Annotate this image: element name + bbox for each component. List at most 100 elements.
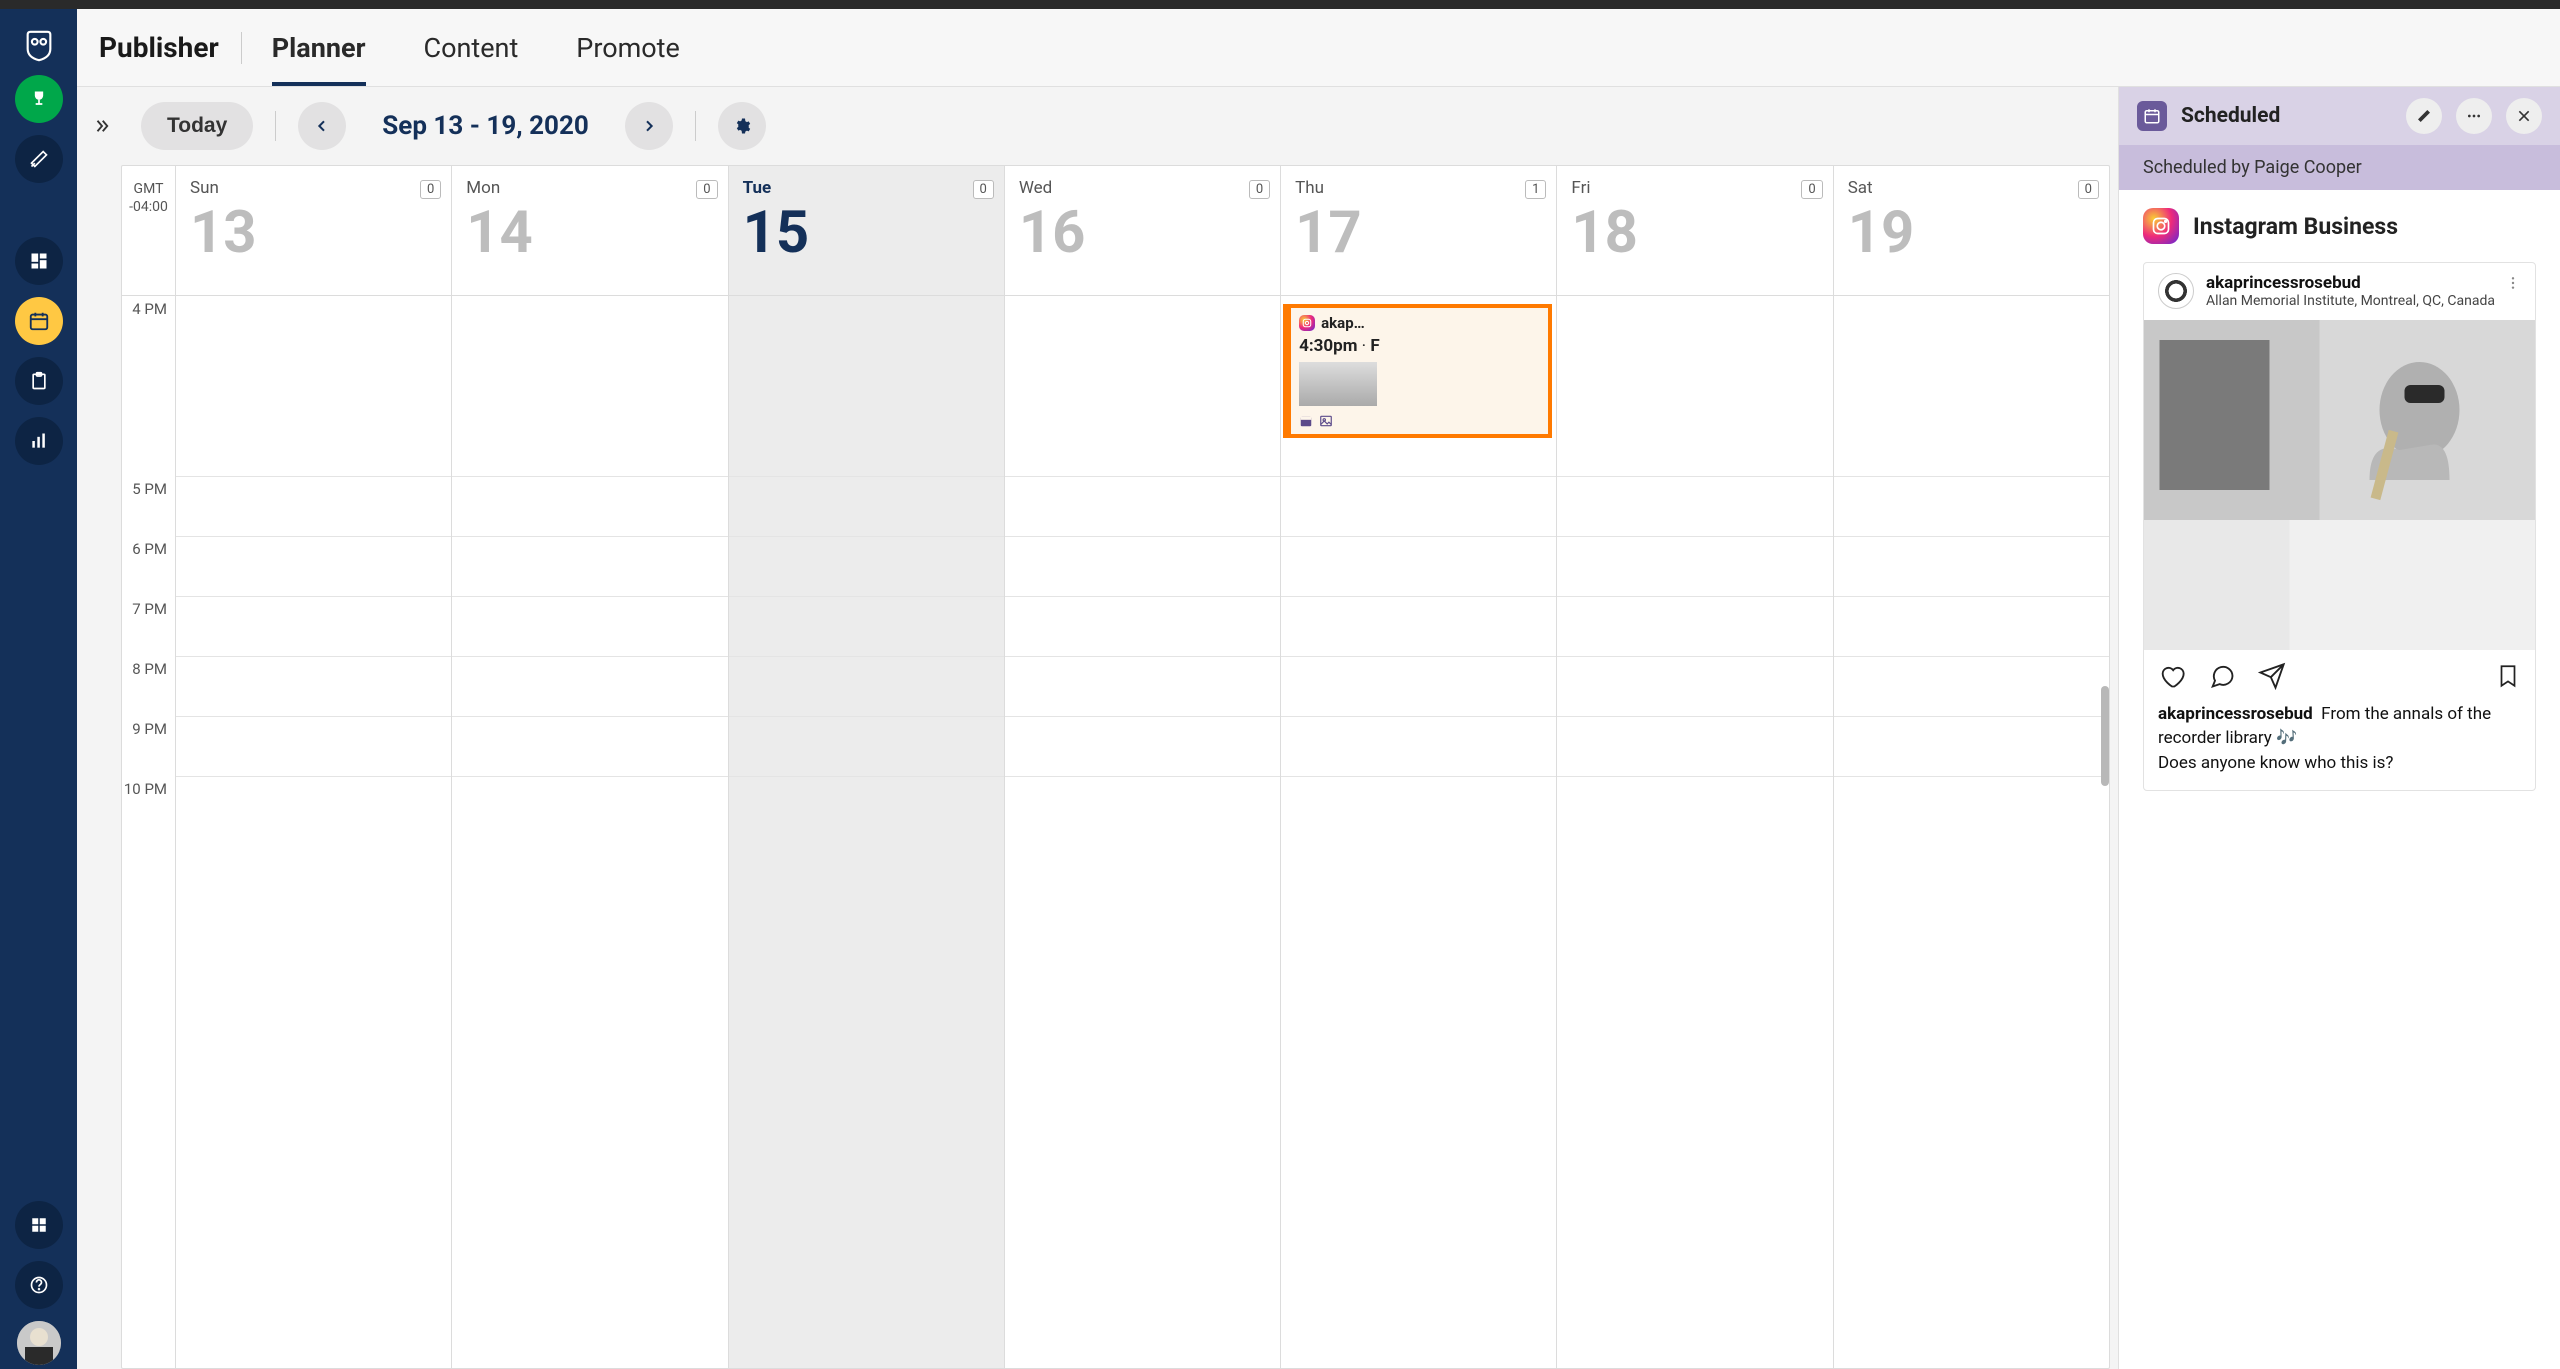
day-header-mon[interactable]: Mon 0 14	[452, 166, 728, 295]
caption-line2: Does anyone know who this is?	[2158, 753, 2393, 773]
divider	[241, 32, 242, 64]
grid-columns: akap… 4:30pm · F	[176, 296, 2109, 1368]
event-time: 4:30pm · F	[1299, 336, 1540, 356]
day-count-badge: 0	[1801, 180, 1822, 199]
tabs: Planner Content Promote	[272, 10, 680, 86]
post-menu-icon[interactable]	[2505, 275, 2521, 291]
day-number: 14	[466, 204, 717, 262]
sidebar-streams[interactable]	[15, 237, 63, 285]
day-header-thu[interactable]: Thu 1 17	[1281, 166, 1557, 295]
timezone-label: GMT -04:00	[122, 166, 176, 295]
day-name: Mon	[466, 178, 717, 198]
grid-col-wed[interactable]	[1005, 296, 1281, 1368]
tab-label: Promote	[576, 32, 680, 64]
day-name: Sat	[1848, 178, 2099, 198]
share-icon[interactable]	[2258, 662, 2286, 690]
time-labels: 4 PM 5 PM 6 PM 7 PM 8 PM 9 PM 10 PM	[122, 296, 176, 1368]
next-week-button[interactable]	[625, 102, 673, 150]
caption-username: akaprincessrosebud	[2158, 704, 2313, 724]
detail-byline: Scheduled by Paige Cooper	[2119, 145, 2560, 190]
day-header-wed[interactable]: Wed 0 16	[1005, 166, 1281, 295]
post-avatar	[2158, 273, 2194, 309]
time-label: 8 PM	[122, 656, 175, 716]
day-number: 15	[743, 204, 994, 262]
sidebar-achievements[interactable]	[15, 75, 63, 123]
calendar-toolbar: Today Sep 13 - 19, 2020	[121, 87, 2118, 165]
day-header-sun[interactable]: Sun 0 13	[176, 166, 452, 295]
browser-top-bar	[0, 0, 2560, 9]
sidebar-publisher[interactable]	[15, 297, 63, 345]
day-count-badge: 0	[696, 180, 717, 199]
day-headers: GMT -04:00 Sun 0 13 Mon 0 14	[122, 166, 2109, 296]
hootsuite-logo[interactable]	[22, 29, 56, 63]
sidebar-compose[interactable]	[15, 135, 63, 183]
grid-col-tue[interactable]	[729, 296, 1005, 1368]
event-account: akap…	[1321, 314, 1365, 332]
comment-icon[interactable]	[2208, 662, 2236, 690]
day-count-badge: 1	[1525, 180, 1546, 199]
day-header-tue[interactable]: Tue 0 15	[729, 166, 1005, 295]
tab-label: Content	[424, 32, 519, 64]
sidebar-analytics[interactable]	[15, 417, 63, 465]
prev-week-button[interactable]	[298, 102, 346, 150]
day-header-sat[interactable]: Sat 0 19	[1834, 166, 2109, 295]
bookmark-icon[interactable]	[2495, 663, 2521, 689]
day-name: Wed	[1019, 178, 1270, 198]
today-button[interactable]: Today	[141, 102, 253, 150]
grid-col-sat[interactable]	[1834, 296, 2109, 1368]
time-label: 7 PM	[122, 596, 175, 656]
grid-col-fri[interactable]	[1557, 296, 1833, 1368]
event-meta-icons	[1299, 414, 1540, 428]
day-count-badge: 0	[1249, 180, 1270, 199]
tab-promote[interactable]: Promote	[576, 10, 680, 86]
like-icon[interactable]	[2158, 662, 2186, 690]
day-number: 16	[1019, 204, 1270, 262]
time-label: 6 PM	[122, 536, 175, 596]
calendar-icon	[1299, 414, 1313, 428]
scheduled-event-card[interactable]: akap… 4:30pm · F	[1283, 304, 1552, 438]
day-number: 18	[1571, 204, 1822, 262]
instagram-icon	[1299, 315, 1315, 331]
section-title: Publisher	[99, 31, 219, 64]
event-thumbnail	[1299, 362, 1377, 406]
post-username: akaprincessrosebud	[2206, 273, 2495, 293]
sidebar	[0, 9, 77, 1369]
more-options-button[interactable]	[2456, 98, 2492, 134]
header: Publisher Planner Content Promote	[77, 9, 2560, 87]
time-grid: 4 PM 5 PM 6 PM 7 PM 8 PM 9 PM 10 PM	[122, 296, 2109, 1368]
time-label: 10 PM	[122, 776, 175, 836]
detail-header: Scheduled	[2119, 87, 2560, 145]
content: Today Sep 13 - 19, 2020	[77, 87, 2560, 1369]
tab-content[interactable]: Content	[424, 10, 519, 86]
tab-planner[interactable]: Planner	[272, 10, 366, 86]
sidebar-apps[interactable]	[15, 1201, 63, 1249]
close-button[interactable]	[2506, 98, 2542, 134]
day-name: Sun	[190, 178, 441, 198]
post-preview: akaprincessrosebud Allan Memorial Instit…	[2143, 262, 2536, 791]
grid-col-sun[interactable]	[176, 296, 452, 1368]
grid-col-mon[interactable]	[452, 296, 728, 1368]
day-number: 13	[190, 204, 441, 262]
calendar-settings-button[interactable]	[718, 102, 766, 150]
edit-button[interactable]	[2406, 98, 2442, 134]
day-name: Tue	[743, 178, 994, 198]
sidebar-assignments[interactable]	[15, 357, 63, 405]
scheduled-icon	[2137, 101, 2167, 131]
sidebar-user-avatar[interactable]	[17, 1321, 61, 1365]
divider	[695, 111, 696, 141]
detail-panel: Scheduled Scheduled by Paige Cooper	[2118, 87, 2560, 1369]
tz-offset: -04:00	[129, 198, 168, 216]
scrollbar[interactable]	[2101, 686, 2109, 786]
main: Publisher Planner Content Promote Today …	[77, 9, 2560, 1369]
time-label: 4 PM	[122, 296, 175, 476]
calendar-grid: GMT -04:00 Sun 0 13 Mon 0 14	[121, 165, 2110, 1369]
expand-sidebar-icon[interactable]	[88, 112, 116, 140]
day-count-badge: 0	[420, 180, 441, 199]
calendar: Today Sep 13 - 19, 2020	[77, 87, 2118, 1369]
day-header-fri[interactable]: Fri 0 18	[1557, 166, 1833, 295]
sidebar-help[interactable]	[15, 1261, 63, 1309]
image-icon	[1319, 414, 1333, 428]
day-count-badge: 0	[973, 180, 994, 199]
grid-col-thu[interactable]: akap… 4:30pm · F	[1281, 296, 1557, 1368]
day-name: Fri	[1571, 178, 1822, 198]
